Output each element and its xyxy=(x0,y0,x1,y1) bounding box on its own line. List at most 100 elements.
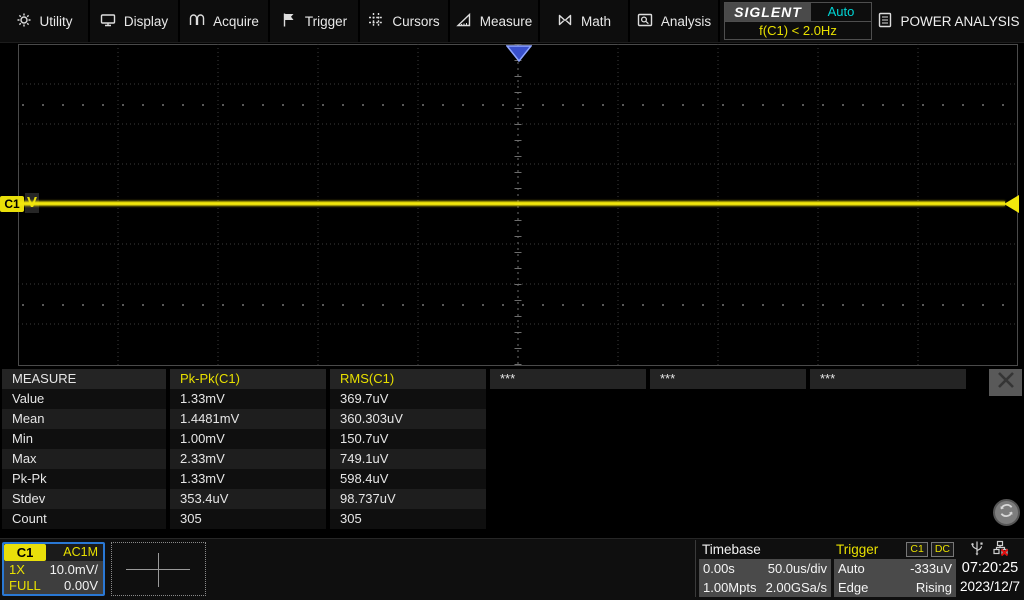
row-label: Stdev xyxy=(2,489,166,509)
menu-cursors[interactable]: Cursors xyxy=(360,0,450,42)
row-label: Mean xyxy=(2,409,166,429)
math-icon xyxy=(557,12,573,31)
row-cell: 369.7uV xyxy=(330,389,486,409)
row-cell: 305 xyxy=(170,509,326,529)
menu-power-analysis[interactable]: POWER ANALYSIS xyxy=(874,0,1024,42)
row-cell: 2.33mV xyxy=(170,449,326,469)
usb-icon xyxy=(971,540,983,559)
menu-measure[interactable]: Measure xyxy=(450,0,540,42)
channel1-trace xyxy=(19,201,1005,206)
measurement-header-row: MEASURE Pk-Pk(C1) RMS(C1) *** *** *** xyxy=(2,369,1024,389)
measure-ruler-icon xyxy=(456,12,472,31)
menu-measure-label: Measure xyxy=(480,14,533,29)
menu-utility-label: Utility xyxy=(40,14,73,29)
measurement-table: MEASURE Pk-Pk(C1) RMS(C1) *** *** *** Va… xyxy=(2,369,1024,529)
clock-time: 07:20:25 xyxy=(958,558,1022,578)
row-cell: 353.4uV xyxy=(170,489,326,509)
measure-col-empty-3[interactable]: *** xyxy=(810,369,966,389)
table-row-value: Value 1.33mV 369.7uV xyxy=(2,389,1024,409)
trigger-slope: Rising xyxy=(916,578,952,597)
row-cell: 360.303uV xyxy=(330,409,486,429)
frequency-counter: f(C1) < 2.0Hz xyxy=(725,22,871,40)
measure-col-rms[interactable]: RMS(C1) xyxy=(330,369,486,389)
document-icon xyxy=(878,12,892,31)
trigger-level-marker[interactable] xyxy=(1004,195,1019,213)
timebase-title: Timebase xyxy=(699,540,831,559)
row-cell: 598.4uV xyxy=(330,469,486,489)
row-label: Value xyxy=(2,389,166,409)
row-cell: 98.737uV xyxy=(330,489,486,509)
trigger-level: -333uV xyxy=(910,559,952,578)
channel1-scale: 10.0mV/ xyxy=(50,562,98,577)
measure-title: MEASURE xyxy=(2,369,166,389)
channel1-offset: 0.00V xyxy=(64,578,98,593)
row-label: Count xyxy=(2,509,166,529)
row-cell: 1.33mV xyxy=(170,389,326,409)
add-channel-box[interactable] xyxy=(111,542,206,596)
measure-col-empty-1[interactable]: *** xyxy=(490,369,646,389)
gesture-recall-button[interactable] xyxy=(993,499,1020,526)
trigger-type: Edge xyxy=(838,578,868,597)
analysis-icon xyxy=(637,12,653,31)
row-cell: 1.4481mV xyxy=(170,409,326,429)
menu-trigger[interactable]: Trigger xyxy=(270,0,360,42)
trigger-title: Trigger xyxy=(836,540,878,559)
menu-trigger-label: Trigger xyxy=(305,14,347,29)
row-cell: 305 xyxy=(330,509,486,529)
refresh-icon xyxy=(998,502,1015,524)
channel1-probe: 1X xyxy=(9,562,25,577)
trigger-position-marker[interactable] xyxy=(506,45,532,62)
close-measure-button[interactable] xyxy=(989,369,1022,396)
row-cell: 1.00mV xyxy=(170,429,326,449)
menu-acquire-label: Acquire xyxy=(213,14,259,29)
table-row-pkpk: Pk-Pk 1.33mV 598.4uV xyxy=(2,469,1024,489)
menu-display-label: Display xyxy=(124,14,168,29)
siglent-logo: SIGLENT xyxy=(725,3,811,21)
trigger-flag-icon xyxy=(281,12,297,31)
row-cell: 749.1uV xyxy=(330,449,486,469)
channel1-name: C1 xyxy=(4,544,46,561)
table-row-mean: Mean 1.4481mV 360.303uV xyxy=(2,409,1024,429)
row-label: Pk-Pk xyxy=(2,469,166,489)
measure-col-pkpk[interactable]: Pk-Pk(C1) xyxy=(170,369,326,389)
lan-disconnected-icon xyxy=(993,540,1009,559)
menu-analysis-label: Analysis xyxy=(661,14,711,29)
timebase-scale: 50.0us/div xyxy=(768,559,827,578)
table-row-max: Max 2.33mV 749.1uV xyxy=(2,449,1024,469)
oscilloscope-screen: Utility Display Acquire Trigger Cursors … xyxy=(0,0,1024,600)
timebase-box[interactable]: Timebase 0.00s 50.0us/div 1.00Mpts 2.00G… xyxy=(695,540,831,597)
acquisition-status[interactable]: Auto xyxy=(811,3,871,21)
power-analysis-label: POWER ANALYSIS xyxy=(900,14,1019,29)
display-icon xyxy=(100,12,116,31)
clock-date: 2023/12/7 xyxy=(958,578,1022,596)
trigger-box[interactable]: Trigger C1 DC Auto -333uV Edge Rising xyxy=(834,540,956,597)
timebase-sample-rate: 2.00GSa/s xyxy=(766,578,827,597)
menu-utility[interactable]: Utility xyxy=(0,0,90,42)
menu-analysis[interactable]: Analysis xyxy=(630,0,720,42)
channel1-descriptor-box[interactable]: C1 AC1M 1X 10.0mV/ FULL 0.00V xyxy=(2,542,105,596)
timebase-points: 1.00Mpts xyxy=(703,578,756,597)
timebase-delay: 0.00s xyxy=(703,559,735,578)
cursors-icon xyxy=(368,12,384,31)
table-row-count: Count 305 305 xyxy=(2,509,1024,529)
menu-math[interactable]: Math xyxy=(540,0,630,42)
row-cell: 1.33mV xyxy=(170,469,326,489)
bottom-status-bar: C1 AC1M 1X 10.0mV/ FULL 0.00V Timebase 0… xyxy=(0,538,1024,600)
table-row-min: Min 1.00mV 150.7uV xyxy=(2,429,1024,449)
channel1-coupling: AC1M xyxy=(46,544,103,561)
trigger-source-badge: C1 xyxy=(906,542,927,557)
top-menu-bar: Utility Display Acquire Trigger Cursors … xyxy=(0,0,1024,43)
gear-icon xyxy=(16,12,32,31)
acquire-icon xyxy=(189,12,205,31)
clock-box: 07:20:25 2023/12/7 xyxy=(958,540,1022,596)
trigger-coupling-badge: DC xyxy=(931,542,954,557)
menu-acquire[interactable]: Acquire xyxy=(180,0,270,42)
menu-display[interactable]: Display xyxy=(90,0,180,42)
table-row-stdev: Stdev 353.4uV 98.737uV xyxy=(2,489,1024,509)
trigger-mode: Auto xyxy=(838,559,865,578)
close-icon xyxy=(996,371,1016,394)
status-logo-box: SIGLENT Auto f(C1) < 2.0Hz xyxy=(724,2,872,40)
row-label: Max xyxy=(2,449,166,469)
menu-cursors-label: Cursors xyxy=(392,14,439,29)
measure-col-empty-2[interactable]: *** xyxy=(650,369,806,389)
